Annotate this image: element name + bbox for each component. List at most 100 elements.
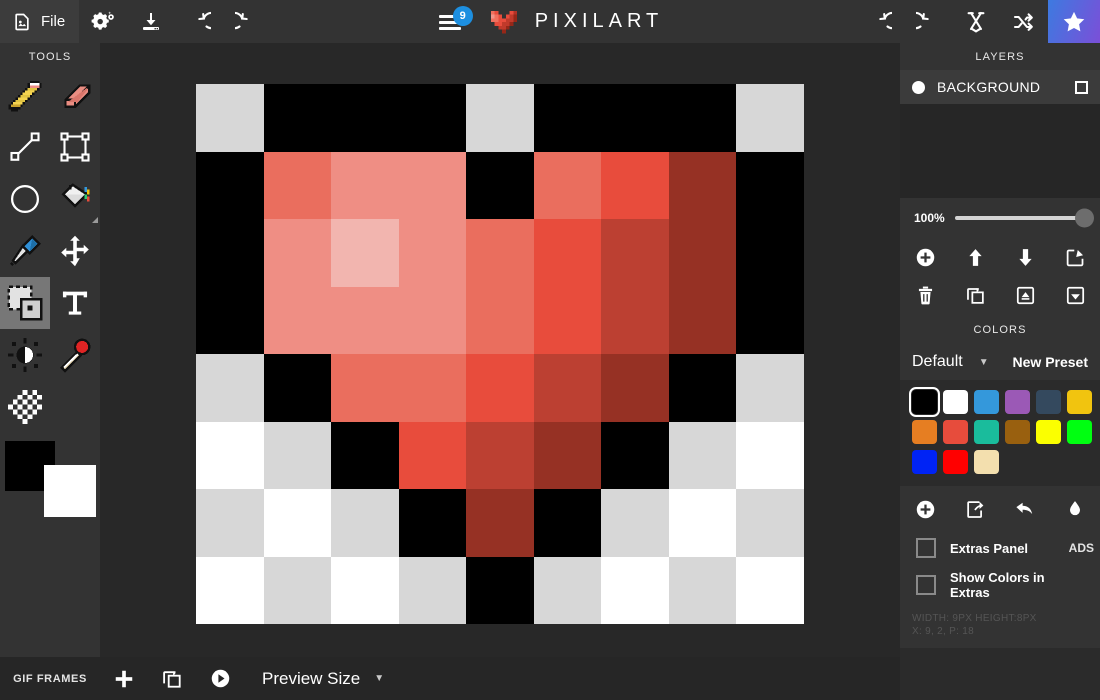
canvas-pixel-2-6[interactable] xyxy=(331,489,399,557)
canvas-pixel-3-6[interactable] xyxy=(398,489,467,557)
canvas-pixel-1-2[interactable] xyxy=(263,219,332,287)
canvas-pixel-4-5[interactable] xyxy=(466,421,534,489)
palette-preset-name[interactable]: Default xyxy=(912,353,963,371)
add-layer-button[interactable] xyxy=(900,238,950,276)
canvas-workspace[interactable] xyxy=(100,43,900,657)
canvas-pixel-0-4[interactable] xyxy=(196,354,264,422)
canvas-pixel-3-7[interactable] xyxy=(398,556,467,624)
add-color-button[interactable] xyxy=(900,492,950,526)
canvas-pixel-0-6[interactable] xyxy=(196,489,264,557)
canvas-pixel-3-5[interactable] xyxy=(398,421,467,489)
duplicate-frame-button[interactable] xyxy=(148,657,196,700)
ellipse-tool[interactable] xyxy=(0,173,50,225)
settings-button[interactable] xyxy=(79,0,127,43)
canvas-pixel-2-4[interactable] xyxy=(331,354,399,422)
brand-logo[interactable]: PIXILART xyxy=(487,7,664,37)
canvas-pixel-7-6[interactable] xyxy=(668,489,737,557)
line-tool[interactable] xyxy=(0,121,50,173)
color-swatch-9[interactable] xyxy=(1005,420,1030,444)
download-button[interactable] xyxy=(127,0,175,43)
canvas-pixel-4-6[interactable] xyxy=(466,489,534,557)
canvas-pixel-5-0[interactable] xyxy=(533,84,602,152)
canvas-pixel-8-4[interactable] xyxy=(736,354,804,422)
move-layer-down-button[interactable] xyxy=(1000,238,1050,276)
merge-up-button[interactable] xyxy=(1000,276,1050,314)
canvas-pixel-5-1[interactable] xyxy=(533,151,602,219)
canvas-pixel-8-5[interactable] xyxy=(736,421,804,489)
redo-button-left[interactable] xyxy=(223,0,271,43)
color-swatch-grid[interactable] xyxy=(900,380,1100,486)
layer-visibility-icon[interactable] xyxy=(912,80,925,94)
canvas-pixel-7-4[interactable] xyxy=(668,354,737,422)
redo-button-right[interactable] xyxy=(904,0,952,43)
color-swatch-5[interactable] xyxy=(1067,390,1092,414)
eraser-tool[interactable] xyxy=(50,69,100,121)
canvas-pixel-4-1[interactable] xyxy=(466,151,534,219)
pencil-tool[interactable] xyxy=(0,69,50,121)
select-tool[interactable] xyxy=(0,277,50,329)
color-swatch-2[interactable] xyxy=(974,390,999,414)
canvas-pixel-1-6[interactable] xyxy=(263,489,332,557)
file-menu-button[interactable]: File xyxy=(0,0,80,43)
favorite-button[interactable] xyxy=(1048,0,1100,43)
show-colors-checkbox[interactable] xyxy=(916,575,936,595)
canvas-pixel-1-4[interactable] xyxy=(263,354,332,422)
secondary-color-swatch[interactable] xyxy=(44,465,96,517)
canvas-pixel-3-4[interactable] xyxy=(398,354,467,422)
canvas-pixel-7-7[interactable] xyxy=(668,556,737,624)
canvas-pixel-3-2[interactable] xyxy=(398,219,467,287)
canvas-pixel-0-2[interactable] xyxy=(196,219,264,287)
color-swatch-11[interactable] xyxy=(1067,420,1092,444)
canvas-pixel-8-3[interactable] xyxy=(736,286,804,354)
canvas-pixel-0-1[interactable] xyxy=(196,151,264,219)
canvas-pixel-1-3[interactable] xyxy=(263,286,332,354)
merge-down-button[interactable] xyxy=(1050,276,1100,314)
canvas-pixel-1-1[interactable] xyxy=(263,151,332,219)
revert-colors-button[interactable] xyxy=(1000,492,1050,526)
add-frame-button[interactable] xyxy=(100,657,148,700)
color-picker-button[interactable] xyxy=(1050,492,1100,526)
canvas-pixel-8-6[interactable] xyxy=(736,489,804,557)
color-swatch-6[interactable] xyxy=(912,420,937,444)
eyedropper-tool[interactable] xyxy=(0,225,50,277)
share-color-button[interactable] xyxy=(950,492,1000,526)
delete-layer-button[interactable] xyxy=(900,276,950,314)
move-layer-up-button[interactable] xyxy=(950,238,1000,276)
color-swatch-13[interactable] xyxy=(943,450,968,474)
shuffle-button[interactable] xyxy=(1000,0,1048,43)
color-swatch-8[interactable] xyxy=(974,420,999,444)
canvas-pixel-0-0[interactable] xyxy=(196,84,264,152)
color-swatch-4[interactable] xyxy=(1036,390,1061,414)
canvas-pixel-0-3[interactable] xyxy=(196,286,264,354)
undo-button-left[interactable] xyxy=(175,0,223,43)
canvas-pixel-3-1[interactable] xyxy=(398,151,467,219)
canvas-pixel-6-1[interactable] xyxy=(601,151,669,219)
opacity-slider-handle[interactable] xyxy=(1075,208,1094,228)
canvas-pixel-2-0[interactable] xyxy=(331,84,399,152)
text-tool[interactable] xyxy=(50,277,100,329)
canvas-pixel-6-4[interactable] xyxy=(601,354,669,422)
canvas-pixel-2-1[interactable] xyxy=(331,151,399,219)
canvas-pixel-5-3[interactable] xyxy=(533,286,602,354)
color-swatch-12[interactable] xyxy=(912,450,937,474)
play-animation-button[interactable] xyxy=(196,657,244,700)
canvas-pixel-4-3[interactable] xyxy=(466,286,534,354)
canvas-pixel-6-2[interactable] xyxy=(601,219,669,287)
color-swatch-1[interactable] xyxy=(943,390,968,414)
canvas-pixel-6-3[interactable] xyxy=(601,286,669,354)
chevron-down-icon[interactable]: ▼ xyxy=(979,357,989,368)
color-swatch-10[interactable] xyxy=(1036,420,1061,444)
canvas-pixel-1-5[interactable] xyxy=(263,421,332,489)
canvas-pixel-8-0[interactable] xyxy=(736,84,804,152)
canvas-pixel-7-1[interactable] xyxy=(668,151,737,219)
canvas-pixel-8-2[interactable] xyxy=(736,219,804,287)
extras-panel-checkbox[interactable] xyxy=(916,538,936,558)
move-tool[interactable] xyxy=(50,225,100,277)
canvas-pixel-1-7[interactable] xyxy=(263,556,332,624)
main-menu-button[interactable]: 9 xyxy=(437,5,473,36)
canvas-pixel-0-5[interactable] xyxy=(196,421,264,489)
lighten-darken-tool[interactable] xyxy=(0,329,50,381)
canvas-pixel-5-2[interactable] xyxy=(533,219,602,287)
canvas-pixel-2-3[interactable] xyxy=(331,286,399,354)
canvas-pixel-5-4[interactable] xyxy=(533,354,602,422)
